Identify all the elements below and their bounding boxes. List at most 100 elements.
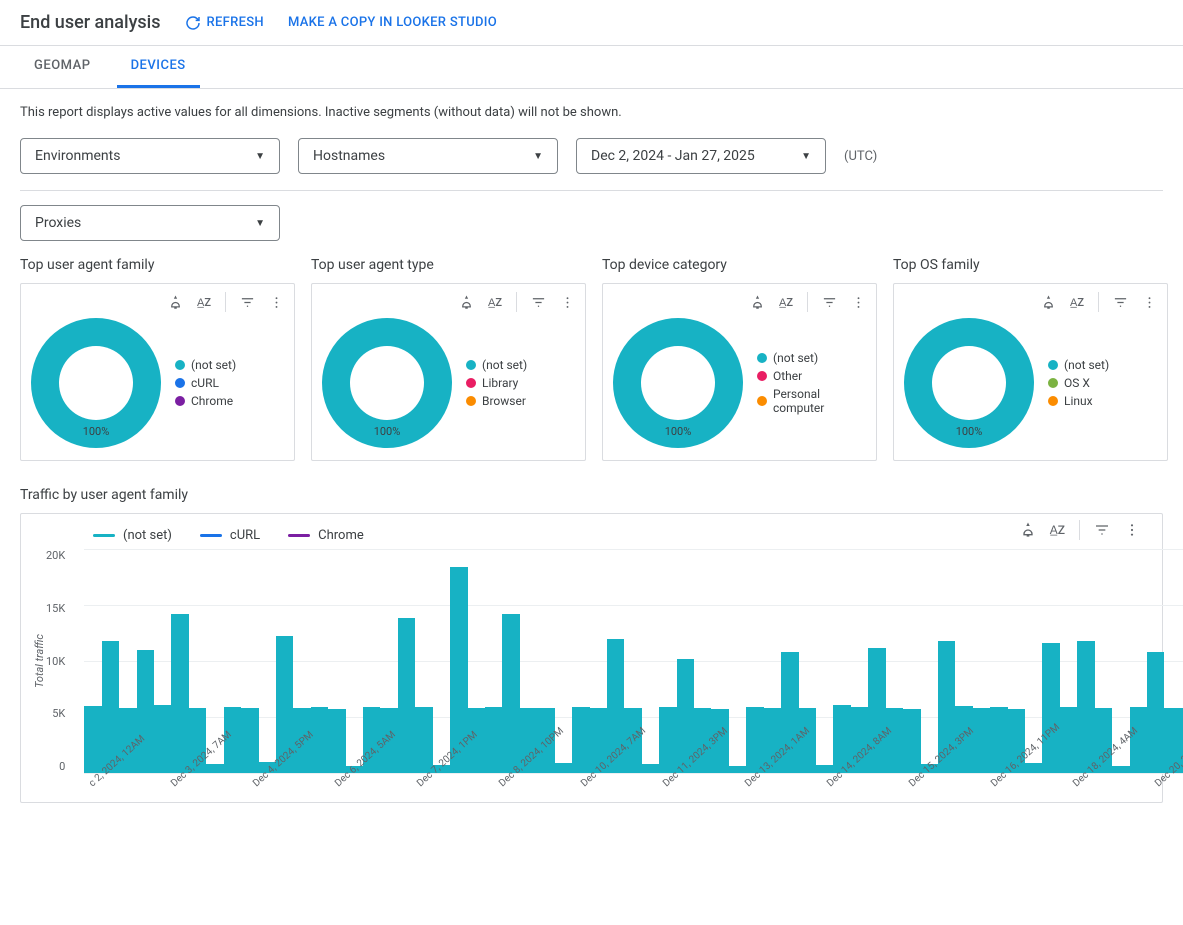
legend-dot (757, 371, 767, 381)
card-toolbar: A̲Z (613, 292, 866, 312)
sort-az-icon[interactable]: A̲Z (779, 296, 793, 309)
legend-item: (not set) (175, 358, 236, 372)
alert-icon[interactable] (750, 295, 765, 310)
filter-icon[interactable] (531, 295, 546, 310)
legend-label: Linux (1064, 394, 1093, 408)
environments-label: Environments (35, 148, 120, 164)
make-copy-button[interactable]: MAKE A COPY IN LOOKER STUDIO (288, 15, 497, 30)
donut-chart: 100% (613, 318, 743, 448)
more-vert-icon[interactable] (269, 295, 284, 310)
traffic-chart-title: Traffic by user agent family (20, 487, 1163, 503)
proxies-label: Proxies (35, 215, 81, 231)
legend-label: (not set) (123, 528, 172, 543)
caret-down-icon: ▼ (255, 151, 265, 162)
toolbar-separator (1079, 520, 1080, 540)
legend-item: cURL (175, 376, 236, 390)
sort-az-icon[interactable]: A̲Z (1050, 523, 1065, 537)
sort-az-icon[interactable]: A̲Z (1070, 296, 1084, 309)
caret-down-icon: ▼ (533, 151, 543, 162)
caret-down-icon: ▼ (801, 151, 811, 162)
alert-icon[interactable] (1020, 522, 1036, 538)
hostnames-label: Hostnames (313, 148, 385, 164)
y-axis-label: Total traffic (33, 634, 46, 688)
filter-icon[interactable] (822, 295, 837, 310)
donut-card: A̲Z 100% (not set) cURL Chrome (20, 283, 295, 461)
legend-dot (1048, 378, 1058, 388)
legend-swatch (288, 534, 310, 537)
page-title: End user analysis (20, 12, 161, 33)
card-title: Top user agent family (20, 257, 295, 273)
donut-chart: 100% (31, 318, 161, 448)
legend-item: (not set) (757, 351, 866, 365)
caret-down-icon: ▼ (255, 218, 265, 229)
legend-dot (175, 360, 185, 370)
y-tick: 15K (46, 602, 65, 615)
legend-dot (466, 360, 476, 370)
more-vert-icon[interactable] (851, 295, 866, 310)
sort-az-icon[interactable]: A̲Z (197, 296, 211, 309)
card-title: Top user agent type (311, 257, 586, 273)
donut-card-row: Top user agent family A̲Z 100% (not set)… (20, 257, 1163, 461)
card-toolbar: A̲Z (322, 292, 575, 312)
donut-chart: 100% (904, 318, 1034, 448)
refresh-icon (185, 15, 201, 31)
donut-card: A̲Z 100% (not set) Library Browser (311, 283, 586, 461)
filter-icon[interactable] (1113, 295, 1128, 310)
donut-percent: 100% (665, 425, 692, 438)
legend-label: (not set) (482, 358, 527, 372)
more-vert-icon[interactable] (1124, 522, 1140, 538)
filter-icon[interactable] (1094, 522, 1110, 538)
legend-swatch (93, 534, 115, 537)
report-description: This report displays active values for a… (20, 105, 1163, 120)
y-tick: 0 (46, 760, 65, 773)
legend-item: Linux (1048, 394, 1109, 408)
hostnames-dropdown[interactable]: Hostnames ▼ (298, 138, 558, 174)
donut-percent: 100% (956, 425, 983, 438)
legend-item: Chrome (175, 394, 236, 408)
more-vert-icon[interactable] (560, 295, 575, 310)
donut-legend: (not set)OtherPersonal computer (757, 351, 866, 415)
alert-icon[interactable] (459, 295, 474, 310)
tab-geomap[interactable]: GEOMAP (20, 46, 105, 88)
donut-legend: (not set) cURL Chrome (175, 358, 236, 408)
refresh-label: REFRESH (207, 15, 264, 30)
divider (20, 190, 1163, 191)
legend-label: cURL (191, 376, 219, 390)
tab-devices[interactable]: DEVICES (117, 46, 200, 88)
date-range-dropdown[interactable]: Dec 2, 2024 - Jan 27, 2025 ▼ (576, 138, 826, 174)
utc-label: (UTC) (844, 149, 877, 164)
legend-label: Personal computer (773, 387, 866, 415)
donut-legend: (not set) OS X Linux (1048, 358, 1109, 408)
donut-chart: 100% (322, 318, 452, 448)
donut-card: A̲Z 100% (not set)OtherPersonal computer (602, 283, 877, 461)
sort-az-icon[interactable]: A̲Z (488, 296, 502, 309)
legend-item: (not set) (93, 528, 172, 543)
alert-icon[interactable] (1041, 295, 1056, 310)
environments-dropdown[interactable]: Environments ▼ (20, 138, 280, 174)
filter-icon[interactable] (240, 295, 255, 310)
legend-item: (not set) (1048, 358, 1109, 372)
legend-item: Personal computer (757, 387, 866, 415)
proxies-dropdown[interactable]: Proxies ▼ (20, 205, 280, 241)
legend-dot (175, 378, 185, 388)
y-axis-ticks: 20K15K10K5K0 (46, 549, 69, 773)
legend-label: (not set) (191, 358, 236, 372)
legend-item: Chrome (288, 528, 364, 543)
traffic-plot: Total traffic 20K15K10K5K0 (33, 549, 1183, 773)
more-vert-icon[interactable] (1142, 295, 1157, 310)
page-header: End user analysis REFRESH MAKE A COPY IN… (0, 0, 1183, 46)
legend-item: Library (466, 376, 527, 390)
legend-item: OS X (1048, 376, 1109, 390)
legend-item: Browser (466, 394, 527, 408)
legend-label: OS X (1064, 376, 1090, 390)
legend-swatch (200, 534, 222, 537)
traffic-chart-card: A̲Z (not set)cURLChrome Total traffic 20… (20, 513, 1163, 803)
card-title: Top OS family (893, 257, 1168, 273)
refresh-button[interactable]: REFRESH (185, 15, 264, 31)
legend-label: (not set) (773, 351, 818, 365)
x-axis-ticks: c 2, 2024, 12AMDec 3, 2024, 7AMDec 4, 20… (87, 773, 1183, 792)
alert-icon[interactable] (168, 295, 183, 310)
legend-item: (not set) (466, 358, 527, 372)
tab-bar: GEOMAP DEVICES (0, 46, 1183, 89)
date-range-label: Dec 2, 2024 - Jan 27, 2025 (591, 148, 755, 164)
